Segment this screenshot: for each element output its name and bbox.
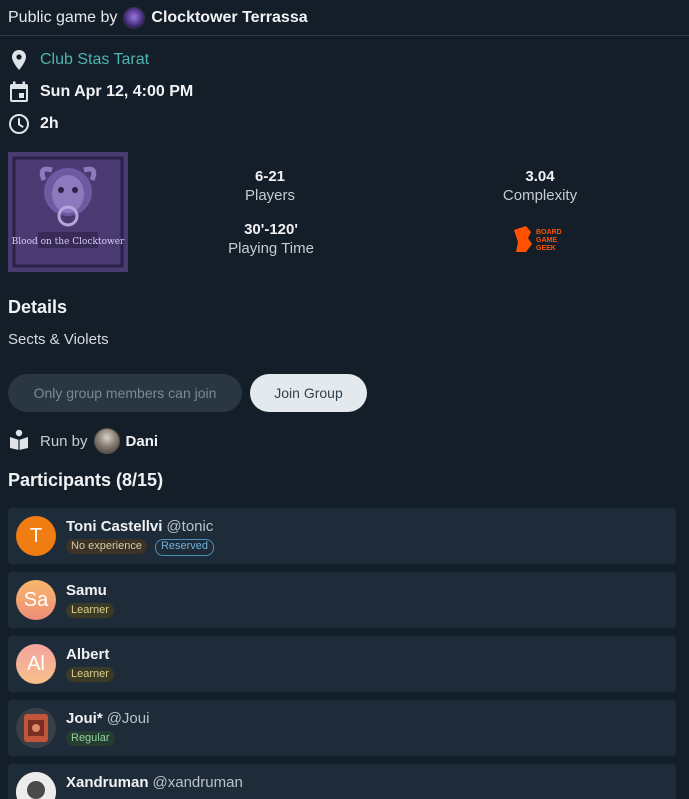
experience-badge: No experience bbox=[66, 539, 147, 554]
bgg-logo-line-1: BOARD bbox=[536, 229, 562, 236]
clock-icon bbox=[8, 113, 30, 135]
playing-time-label: Playing Time bbox=[228, 240, 314, 257]
run-by-row: Run by Dani bbox=[8, 428, 158, 454]
complexity-value: 3.04 bbox=[525, 168, 555, 185]
participant-avatar: T bbox=[16, 516, 56, 556]
host-name[interactable]: Dani bbox=[126, 433, 159, 450]
participant-badges: Learner bbox=[66, 667, 114, 682]
details-text: Sects & Violets bbox=[8, 331, 109, 348]
participant-card[interactable]: Joui* @Joui Regular bbox=[8, 700, 676, 756]
participants-title: Participants (8/15) bbox=[8, 470, 164, 490]
organizer-avatar[interactable] bbox=[123, 6, 146, 29]
bgg-logo-line-3: GEEK bbox=[536, 245, 556, 252]
participant-badges: No experience Reserved bbox=[66, 539, 215, 556]
participant-name: Joui* bbox=[66, 710, 103, 727]
date-row: Sun Apr 12, 4:00 PM bbox=[8, 80, 193, 104]
players-value: 6-21 bbox=[254, 168, 286, 185]
page-header: Public game by Clocktower Terrassa bbox=[0, 0, 689, 36]
game-event-page: Public game by Clocktower Terrassa Club … bbox=[0, 0, 689, 799]
participant-card[interactable]: Al Albert Learner bbox=[8, 636, 676, 692]
experience-badge: Learner bbox=[66, 603, 114, 618]
bgg-logo-line-2: GAME bbox=[536, 237, 557, 244]
participant-handle: @tonic bbox=[166, 518, 214, 535]
experience-badge: Learner bbox=[66, 667, 114, 682]
participant-avatar-image bbox=[16, 708, 56, 748]
calendar-icon bbox=[8, 81, 30, 103]
participant-avatar: Al bbox=[16, 644, 56, 684]
participant-name: Albert bbox=[66, 646, 110, 663]
game-box-art[interactable]: Blood on the Clocktower bbox=[8, 152, 128, 272]
participant-name-line: Samu bbox=[66, 582, 107, 599]
join-group-button[interactable]: Join Group bbox=[250, 374, 367, 412]
join-disabled-button: Only group members can join bbox=[8, 374, 242, 412]
participant-avatar bbox=[16, 772, 56, 799]
participant-name: Toni Castellvi bbox=[66, 518, 163, 535]
run-by-label: Run by bbox=[40, 432, 88, 450]
participant-name-line: Joui* @Joui bbox=[66, 710, 149, 727]
host-avatar[interactable] bbox=[93, 428, 120, 454]
participant-avatar: Sa bbox=[16, 580, 56, 620]
header-prefix: Public game by bbox=[8, 8, 118, 26]
event-duration: 2h bbox=[40, 115, 59, 132]
complexity-label: Complexity bbox=[502, 187, 578, 204]
players-stat: 6-21 Players bbox=[220, 168, 320, 204]
participant-name-line: Toni Castellvi @tonic bbox=[66, 518, 213, 535]
participant-name: Samu bbox=[66, 582, 107, 599]
location-link[interactable]: Club Stas Tarat bbox=[40, 51, 149, 69]
experience-badge: Regular bbox=[66, 731, 115, 746]
complexity-stat: 3.04 Complexity bbox=[490, 168, 590, 204]
participant-card[interactable]: Sa Samu Learner bbox=[8, 572, 676, 628]
participant-avatar bbox=[16, 708, 56, 748]
participant-badges: Learner bbox=[66, 603, 114, 618]
players-label: Players bbox=[244, 187, 296, 204]
participant-card[interactable]: T Toni Castellvi @tonic No experience Res… bbox=[8, 508, 676, 564]
location-row: Club Stas Tarat bbox=[8, 48, 149, 72]
participant-handle: @Joui bbox=[106, 710, 150, 727]
book-reader-icon bbox=[8, 428, 30, 454]
event-date: Sun Apr 12, 4:00 PM bbox=[40, 83, 194, 100]
reserved-badge: Reserved bbox=[154, 539, 215, 556]
organizer-name[interactable]: Clocktower Terrassa bbox=[151, 9, 307, 27]
participant-card[interactable]: Xandruman @xandruman bbox=[8, 764, 676, 799]
game-box-title: Blood on the Clocktower bbox=[12, 237, 125, 247]
participant-name-line: Albert bbox=[66, 646, 109, 663]
participant-name-line: Xandruman @xandruman bbox=[66, 774, 243, 791]
participant-badges: Regular bbox=[66, 731, 115, 746]
participant-handle: @xandruman bbox=[152, 774, 243, 791]
playing-time-value: 30'-120' bbox=[244, 221, 298, 238]
participant-avatar-image bbox=[16, 772, 56, 799]
playing-time-stat: 30'-120' Playing Time bbox=[211, 221, 331, 257]
location-pin-icon bbox=[8, 49, 30, 71]
boardgamegeek-logo[interactable]: BOARD GAME GEEK bbox=[512, 224, 572, 254]
duration-row: 2h bbox=[8, 112, 59, 136]
details-title: Details bbox=[8, 297, 68, 317]
game-box-illustration: Blood on the Clocktower bbox=[8, 152, 128, 272]
participant-name: Xandruman bbox=[66, 774, 149, 791]
